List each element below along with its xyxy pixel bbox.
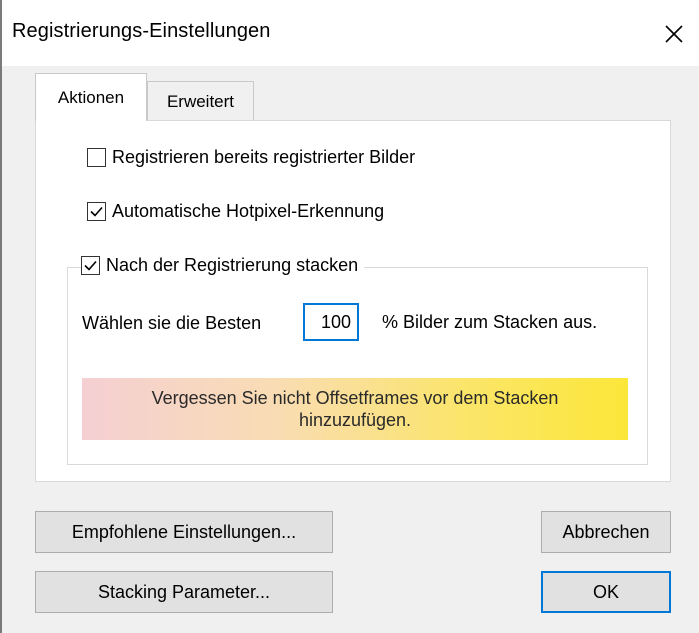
checkmark-icon <box>90 206 103 217</box>
recommended-settings-button[interactable]: Empfohlene Einstellungen... <box>35 511 333 553</box>
best-percent-prefix: Wählen sie die Besten <box>82 313 262 333</box>
stacking-parameters-button[interactable]: Stacking Parameter... <box>35 571 333 613</box>
tab-erweitert[interactable]: Erweitert <box>147 81 254 121</box>
checkbox-label: Registrieren bereits registrierter Bilde… <box>112 147 416 167</box>
checkbox-box[interactable] <box>87 202 106 221</box>
offset-frames-warning: Vergessen Sie nicht Offsetframes vor dem… <box>82 378 628 440</box>
window-title: Registrierungs-Einstellungen <box>12 20 271 42</box>
best-percent-suffix: % Bilder zum Stacken aus. <box>382 312 598 332</box>
auto-hotpixel-checkbox[interactable]: Automatische Hotpixel-Erkennung <box>87 201 384 222</box>
warning-text: Vergessen Sie nicht Offsetframes vor dem… <box>151 388 559 430</box>
ok-button[interactable]: OK <box>541 571 671 613</box>
tab-aktionen[interactable]: Aktionen <box>35 73 147 121</box>
checkbox-box[interactable] <box>81 256 100 275</box>
checkbox-box[interactable] <box>87 148 106 167</box>
dialog-window: Registrierungs-Einstellungen Aktionen Er… <box>0 0 699 633</box>
register-already-registered-checkbox[interactable]: Registrieren bereits registrierter Bilde… <box>87 147 415 168</box>
checkbox-label: Automatische Hotpixel-Erkennung <box>112 201 385 221</box>
stack-after-register-checkbox[interactable]: Nach der Registrierung stacken <box>81 255 365 276</box>
title-bar: Registrierungs-Einstellungen <box>2 0 699 66</box>
best-percent-input[interactable] <box>303 303 359 341</box>
checkmark-icon <box>84 260 97 271</box>
checkbox-label: Nach der Registrierung stacken <box>106 255 359 275</box>
close-icon <box>665 25 683 43</box>
cancel-button[interactable]: Abbrechen <box>541 511 671 553</box>
close-button[interactable] <box>652 12 696 56</box>
